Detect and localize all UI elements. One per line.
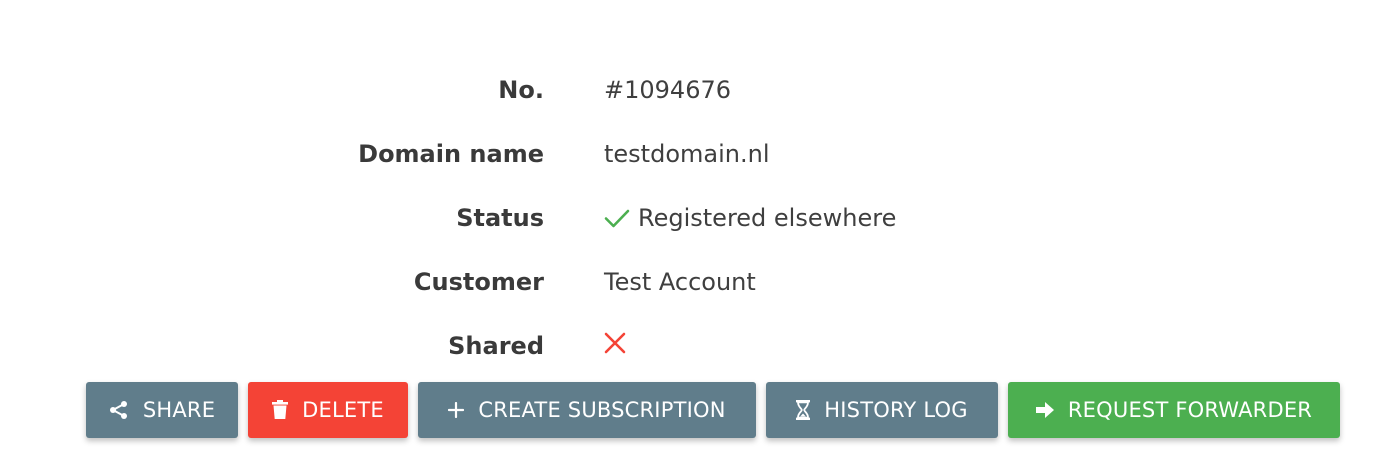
detail-row-number: No. #1094676 [0, 68, 1400, 132]
domain-details: No. #1094676 Domain name testdomain.nl S… [0, 68, 1400, 388]
create-subscription-button[interactable]: CREATE SUBSCRIPTION [418, 382, 756, 438]
shared-label: Shared [448, 332, 544, 360]
plus-icon [448, 402, 465, 418]
status-value-text: Registered elsewhere [638, 204, 897, 232]
detail-row-status: Status Registered elsewhere [0, 196, 1400, 260]
share-button-label: SHARE [142, 398, 216, 422]
history-log-button[interactable]: HISTORY LOG [766, 382, 998, 438]
create-subscription-button-label: CREATE SUBSCRIPTION [478, 398, 726, 422]
arrow-right-icon [1035, 402, 1054, 418]
detail-row-shared: Shared [0, 324, 1400, 388]
hourglass-icon [796, 400, 811, 420]
delete-button[interactable]: DELETE [248, 382, 408, 438]
number-value-text: #1094676 [604, 76, 731, 104]
cross-icon [604, 332, 626, 354]
domain-detail-page: No. #1094676 Domain name testdomain.nl S… [0, 0, 1400, 474]
domain-name-label: Domain name [358, 140, 544, 168]
status-value: Registered elsewhere [604, 204, 896, 232]
customer-value: Test Account [604, 268, 756, 296]
domain-name-value-text: testdomain.nl [604, 140, 770, 168]
detail-row-domain-name: Domain name testdomain.nl [0, 132, 1400, 196]
shared-value [604, 332, 626, 354]
request-forwarder-button[interactable]: REQUEST FORWARDER [1008, 382, 1340, 438]
share-button[interactable]: SHARE [86, 382, 238, 438]
history-log-button-label: HISTORY LOG [824, 398, 968, 422]
request-forwarder-button-label: REQUEST FORWARDER [1067, 398, 1313, 422]
domain-name-value: testdomain.nl [604, 140, 769, 168]
number-label: No. [498, 76, 544, 104]
customer-label: Customer [413, 268, 544, 296]
trash-icon [272, 400, 289, 420]
action-bar: SHARE DELETE CREATE SUBSCRIPTION HISTORY… [86, 382, 1340, 438]
share-icon [109, 400, 129, 420]
delete-button-label: DELETE [302, 398, 384, 422]
status-label: Status [456, 204, 544, 232]
check-icon [604, 207, 630, 229]
detail-row-customer: Customer Test Account [0, 260, 1400, 324]
number-value: #1094676 [604, 76, 731, 104]
customer-value-text: Test Account [604, 268, 756, 296]
